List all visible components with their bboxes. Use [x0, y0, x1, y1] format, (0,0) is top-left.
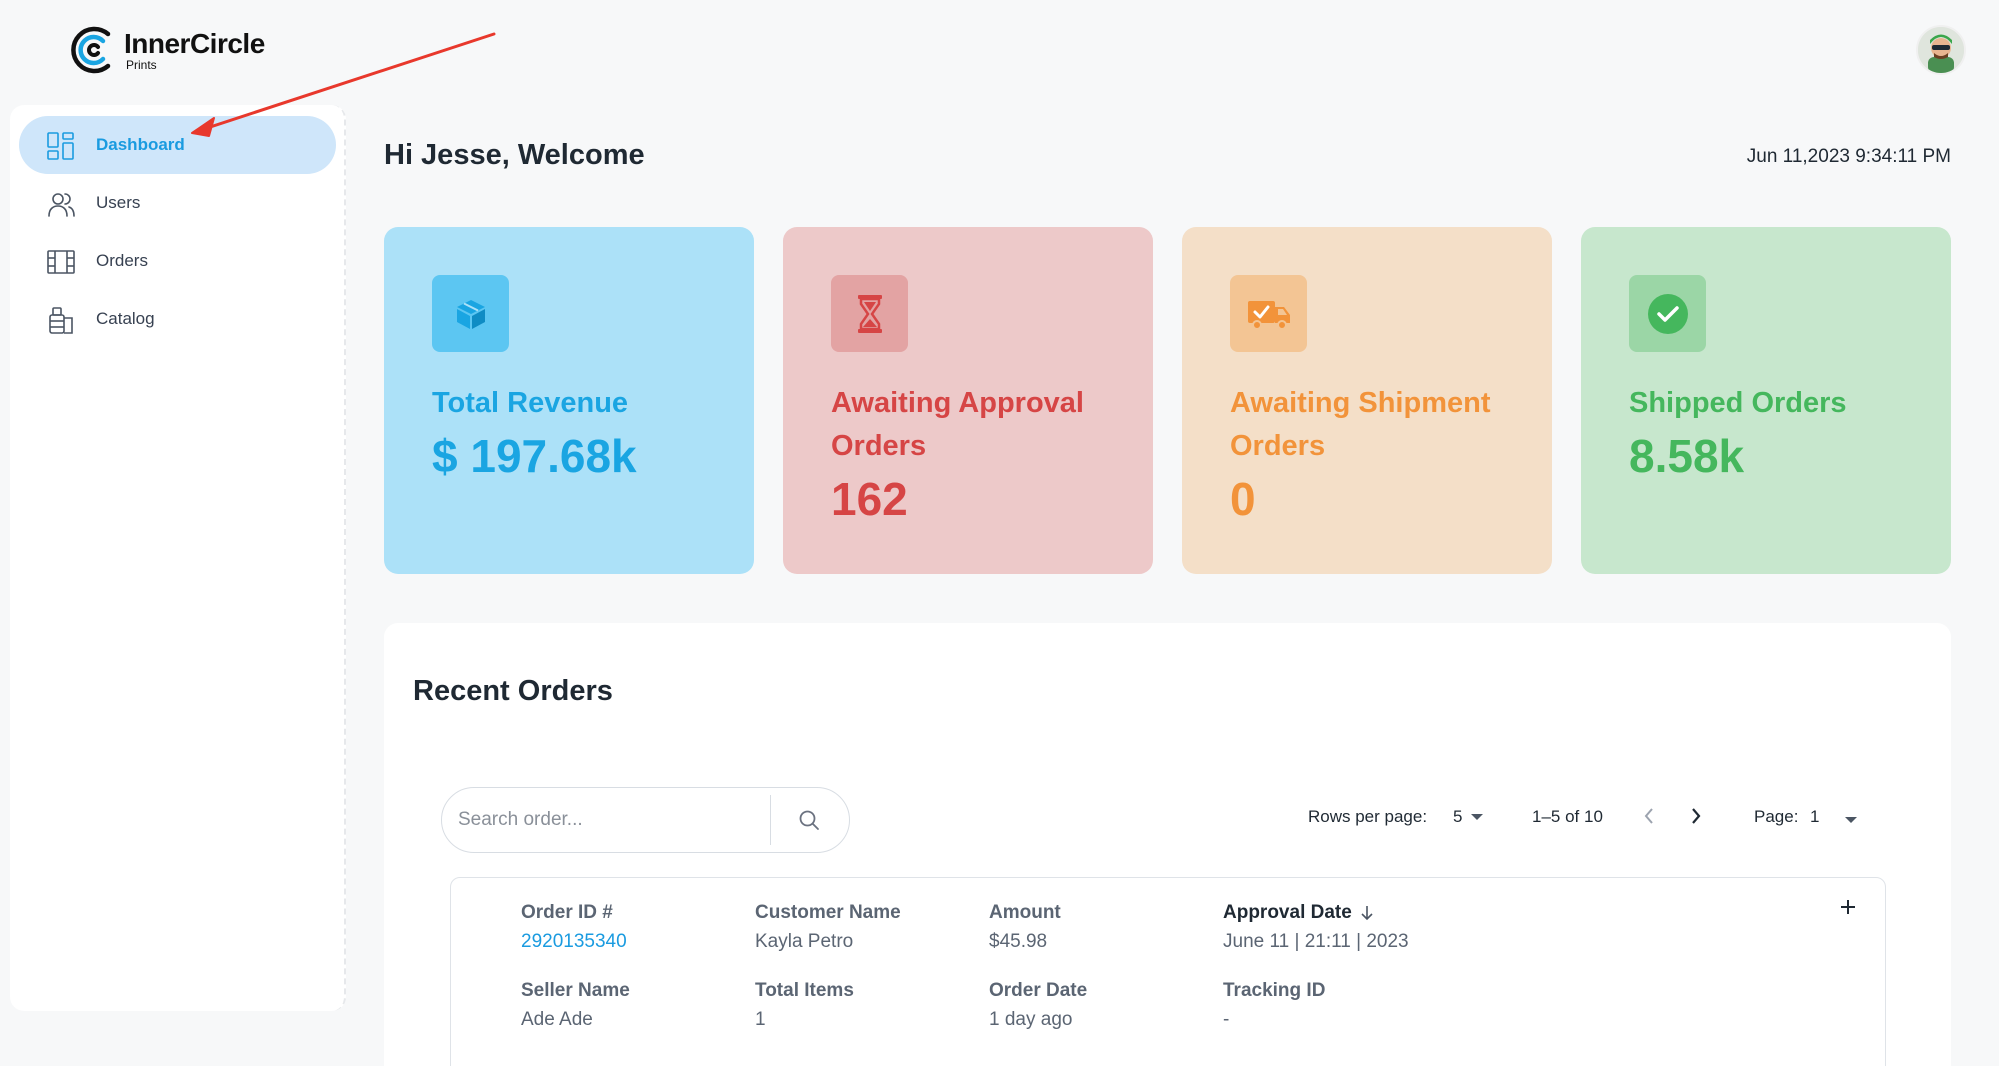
- stat-value: 8.58k: [1629, 430, 1745, 482]
- stat-card-total-revenue[interactable]: Total Revenue $ 197.68k: [384, 227, 754, 574]
- sidebar-item-catalog[interactable]: Catalog: [19, 290, 336, 348]
- sidebar-item-orders[interactable]: Orders: [19, 232, 336, 290]
- chevron-right-icon: [1692, 808, 1701, 824]
- check-circle-icon: [1629, 275, 1706, 352]
- total-items-value: 1: [755, 1009, 766, 1030]
- plus-icon: [1841, 900, 1855, 914]
- page-value: 1: [1810, 807, 1820, 826]
- search-divider: [770, 795, 771, 845]
- expand-button[interactable]: [1835, 896, 1861, 922]
- page-label: Page:: [1754, 807, 1799, 826]
- order-id-link[interactable]: 2920135340: [521, 931, 627, 953]
- sidebar-item-label: Catalog: [96, 309, 155, 328]
- hourglass-icon: [831, 275, 908, 352]
- current-datetime: Jun 11,2023 9:34:11 PM: [1746, 146, 1951, 167]
- brand-sub: Prints: [126, 57, 157, 72]
- catalog-icon: [49, 307, 73, 334]
- stat-card-shipped-orders[interactable]: Shipped Orders 8.58k: [1581, 227, 1951, 574]
- customer-name-value: Kayla Petro: [755, 931, 854, 952]
- page-greeting: Hi Jesse, Welcome: [384, 139, 645, 171]
- recent-orders-title: Recent Orders: [413, 675, 613, 707]
- order-date-label: Order Date: [989, 980, 1088, 1001]
- recent-orders-panel: Recent Orders Rows per page: 5 1–5 of 10…: [384, 623, 1951, 1066]
- rows-per-page-label: Rows per page:: [1308, 807, 1428, 826]
- stat-card-awaiting-shipment[interactable]: Awaiting Shipment Orders 0: [1182, 227, 1552, 574]
- caret-down-icon: [1471, 814, 1484, 820]
- stat-value: $ 197.68k: [432, 430, 637, 482]
- arrow-down-icon: [1361, 906, 1373, 921]
- sidebar-item-label: Orders: [96, 251, 148, 270]
- seller-name-label: Seller Name: [521, 980, 630, 1001]
- order-date-value: 1 day ago: [989, 1009, 1073, 1030]
- sidebar: Dashboard Users Orders Catalog: [10, 105, 346, 1011]
- seller-name-value: Ade Ade: [521, 1009, 593, 1030]
- customer-name-label: Customer Name: [755, 902, 901, 923]
- orders-icon: [47, 250, 75, 274]
- previous-page-button[interactable]: [1634, 801, 1664, 831]
- stat-value: 0: [1230, 473, 1256, 525]
- innercircle-logo-icon: [71, 26, 111, 74]
- stat-title: Awaiting Approval Orders: [831, 387, 1084, 462]
- rows-per-page-select[interactable]: 5: [1453, 807, 1484, 827]
- dashboard-page: InnerCircle Prints Dashboard Users Order…: [0, 0, 1999, 1066]
- rows-per-page-value: 5: [1453, 807, 1463, 826]
- tracking-id-label: Tracking ID: [1223, 980, 1326, 1001]
- stat-title: Shipped Orders: [1629, 387, 1847, 419]
- search-input[interactable]: [458, 802, 758, 838]
- brand-logo[interactable]: InnerCircle Prints: [68, 24, 265, 76]
- approval-date-sort-header[interactable]: Approval Date: [1223, 902, 1374, 924]
- brand-name: InnerCircle: [124, 27, 265, 59]
- page-select[interactable]: 1: [1810, 807, 1858, 827]
- approval-date-value: June 11 | 21:11 | 2023: [1223, 931, 1409, 952]
- sidebar-item-users[interactable]: Users: [19, 174, 336, 232]
- order-search: [441, 787, 850, 853]
- avatar-image-icon: [1918, 27, 1964, 73]
- chevron-left-icon: [1644, 808, 1653, 824]
- stat-title: Total Revenue: [432, 387, 629, 419]
- approval-date-label: Approval Date: [1223, 902, 1352, 923]
- total-items-label: Total Items: [755, 980, 854, 1001]
- order-id-label: Order ID #: [521, 902, 613, 923]
- search-button[interactable]: [782, 796, 836, 844]
- caret-down-icon: [1845, 817, 1858, 823]
- amount-label: Amount: [989, 902, 1061, 923]
- order-card[interactable]: Order ID # 2920135340 Customer Name Kayl…: [450, 877, 1886, 1066]
- pagination-range: 1–5 of 10: [1532, 807, 1603, 826]
- stat-value: 162: [831, 473, 908, 525]
- user-avatar[interactable]: [1916, 25, 1966, 75]
- stat-card-awaiting-approval[interactable]: Awaiting Approval Orders 162: [783, 227, 1153, 574]
- sidebar-item-label: Users: [96, 193, 141, 212]
- truck-icon: [1230, 275, 1307, 352]
- users-icon: [48, 193, 75, 217]
- sidebar-item-dashboard[interactable]: Dashboard: [19, 116, 336, 174]
- stat-title: Awaiting Shipment Orders: [1230, 387, 1491, 462]
- box-icon: [432, 275, 509, 352]
- amount-value: $45.98: [989, 931, 1048, 952]
- next-page-button[interactable]: [1681, 801, 1711, 831]
- dashboard-icon: [47, 132, 74, 160]
- search-icon: [799, 810, 819, 830]
- sidebar-item-label: Dashboard: [96, 135, 185, 154]
- tracking-id-value: -: [1223, 1009, 1230, 1030]
